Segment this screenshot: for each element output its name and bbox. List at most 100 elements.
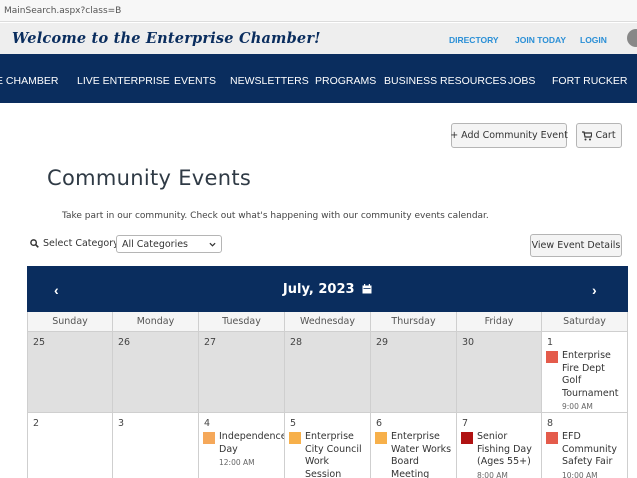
calendar-day-cell[interactable]: 7 Senior Fishing Day (Ages 55+) 8:00 AM [457, 413, 542, 478]
event-title[interactable]: Enterprise City Council Work Session [305, 431, 368, 478]
nav-item-chamber[interactable]: E CHAMBER [0, 75, 58, 87]
nav-item-live-enterprise[interactable]: LIVE ENTERPRISE [77, 75, 170, 87]
event-category-swatch [289, 432, 301, 444]
calendar-day-cell[interactable]: 1 Enterprise Fire Dept Golf Tournament 9:0… [542, 332, 628, 413]
calendar-day-cell[interactable]: 3 [113, 413, 199, 478]
event-time: 9:00 AM [562, 402, 593, 411]
calendar-event[interactable]: Independence Day 12:00 AM [203, 431, 284, 467]
page-title: Community Events [47, 166, 252, 190]
calendar-day-cell[interactable]: 8 EFD Community Safety Fair 10:00 AM [542, 413, 628, 478]
calendar-day-cell[interactable]: 5 Enterprise City Council Work Session11:… [285, 413, 371, 478]
day-number: 2 [33, 418, 40, 429]
add-community-event-label: + Add Community Event [450, 130, 568, 141]
day-number: 26 [118, 337, 131, 348]
next-month-button[interactable]: › [592, 282, 597, 298]
nav-item-newsletters[interactable]: NEWSLETTERS [230, 75, 309, 87]
view-event-details-button[interactable]: View Event Details [530, 234, 622, 257]
calendar-event[interactable]: EFD Community Safety Fair 10:00 AM [546, 431, 625, 478]
weekday-saturday: Saturday [542, 312, 628, 332]
event-time: 10:00 AM [562, 470, 598, 478]
cart-icon [582, 130, 593, 140]
event-title[interactable]: Senior Fishing Day (Ages 55+) [477, 431, 539, 469]
day-number: 1 [547, 337, 554, 348]
browser-url-bar[interactable]: MainSearch.aspx?class=B [0, 0, 637, 22]
top-utility-bar: Welcome to the Enterprise Chamber! DIREC… [0, 23, 637, 54]
event-category-swatch [203, 432, 215, 444]
weekday-monday: Monday [113, 312, 199, 332]
month-title-text: July, 2023 [282, 282, 355, 297]
calendar-day-cell[interactable]: 4 Independence Day 12:00 AM [199, 413, 285, 478]
calendar-day-cell[interactable]: 30 [457, 332, 542, 413]
day-number: 8 [547, 418, 554, 429]
welcome-banner: Welcome to the Enterprise Chamber! [12, 30, 321, 47]
day-number: 6 [376, 418, 383, 429]
calendar-header: ‹ July, 2023 › [27, 266, 628, 312]
calendar-day-cell[interactable]: 28 [285, 332, 371, 413]
cart-button[interactable]: Cart [576, 123, 622, 148]
event-time: 8:00 AM [477, 470, 508, 478]
event-details: Enterprise Fire Dept Golf Tournament 9:00… [562, 350, 625, 411]
event-title[interactable]: Independence Day [219, 431, 284, 456]
event-category-swatch [546, 351, 558, 363]
event-details: Enterprise City Council Work Session11:0… [305, 431, 368, 478]
nav-item-fort-rucker[interactable]: FORT RUCKER [552, 75, 627, 87]
calendar-event[interactable]: Enterprise Fire Dept Golf Tournament 9:00… [546, 350, 625, 411]
event-title[interactable]: Enterprise Fire Dept Golf Tournament [562, 350, 625, 400]
weekday-sunday: Sunday [27, 312, 113, 332]
event-details: Enterprise Water Works Board Meeting [391, 431, 454, 478]
event-category-swatch [461, 432, 473, 444]
chevron-down-icon [209, 242, 216, 247]
calendar-day-cell[interactable]: 25 [27, 332, 113, 413]
day-number: 3 [118, 418, 125, 429]
event-category-swatch [375, 432, 387, 444]
day-number: 7 [462, 418, 469, 429]
nav-item-events[interactable]: EVENTS [174, 75, 216, 87]
page-intro: Take part in our community. Check out wh… [62, 211, 489, 221]
event-title[interactable]: EFD Community Safety Fair [562, 431, 625, 469]
calendar-day-cell[interactable]: 29 [371, 332, 457, 413]
weekday-wednesday: Wednesday [285, 312, 371, 332]
event-details: Senior Fishing Day (Ages 55+) 8:00 AM [477, 431, 539, 478]
main-navigation: E CHAMBER LIVE ENTERPRISE EVENTS NEWSLET… [0, 54, 637, 103]
day-number: 28 [290, 337, 303, 348]
day-number: 30 [462, 337, 475, 348]
weekday-thursday: Thursday [371, 312, 457, 332]
category-filter-text: Select Category: [43, 238, 122, 249]
event-time: 12:00 AM [219, 458, 255, 467]
event-details: EFD Community Safety Fair 10:00 AM [562, 431, 625, 478]
login-link[interactable]: LOGIN [580, 35, 607, 45]
day-number: 4 [204, 418, 211, 429]
nav-item-programs[interactable]: PROGRAMS [315, 75, 376, 87]
category-select-value: All Categories [122, 238, 189, 250]
calendar-day-cell[interactable]: 26 [113, 332, 199, 413]
day-number: 29 [376, 337, 389, 348]
calendar-icon [362, 284, 372, 294]
search-icon[interactable] [627, 29, 637, 47]
calendar-event[interactable]: Senior Fishing Day (Ages 55+) 8:00 AM [461, 431, 539, 478]
event-category-swatch [546, 432, 558, 444]
url-text: MainSearch.aspx?class=B [4, 6, 122, 16]
calendar-day-cell[interactable]: 6 Enterprise Water Works Board Meeting [371, 413, 457, 478]
join-today-link[interactable]: JOIN TODAY [515, 35, 566, 45]
weekday-tuesday: Tuesday [199, 312, 285, 332]
nav-item-jobs[interactable]: JOBS [508, 75, 535, 87]
calendar-event[interactable]: Enterprise City Council Work Session11:0… [289, 431, 368, 478]
category-select[interactable]: All Categories [116, 235, 222, 253]
calendar-month-title[interactable]: July, 2023 [27, 282, 628, 297]
category-filter-label: Select Category: [30, 238, 121, 249]
weekday-friday: Friday [457, 312, 542, 332]
directory-link[interactable]: DIRECTORY [449, 35, 499, 45]
view-event-details-label: View Event Details [531, 240, 621, 251]
day-number: 5 [290, 418, 297, 429]
calendar-day-cell[interactable]: 27 [199, 332, 285, 413]
event-title[interactable]: Enterprise Water Works Board Meeting [391, 431, 454, 478]
calendar-day-cell[interactable]: 2 [27, 413, 113, 478]
cart-label: Cart [595, 130, 616, 141]
day-number: 27 [204, 337, 217, 348]
calendar-event[interactable]: Enterprise Water Works Board Meeting [375, 431, 454, 478]
nav-item-business-resources[interactable]: BUSINESS RESOURCES [384, 75, 507, 87]
event-details: Independence Day 12:00 AM [219, 431, 284, 467]
search-icon [30, 239, 39, 248]
day-number: 25 [33, 337, 46, 348]
add-community-event-button[interactable]: + Add Community Event [450, 123, 568, 148]
